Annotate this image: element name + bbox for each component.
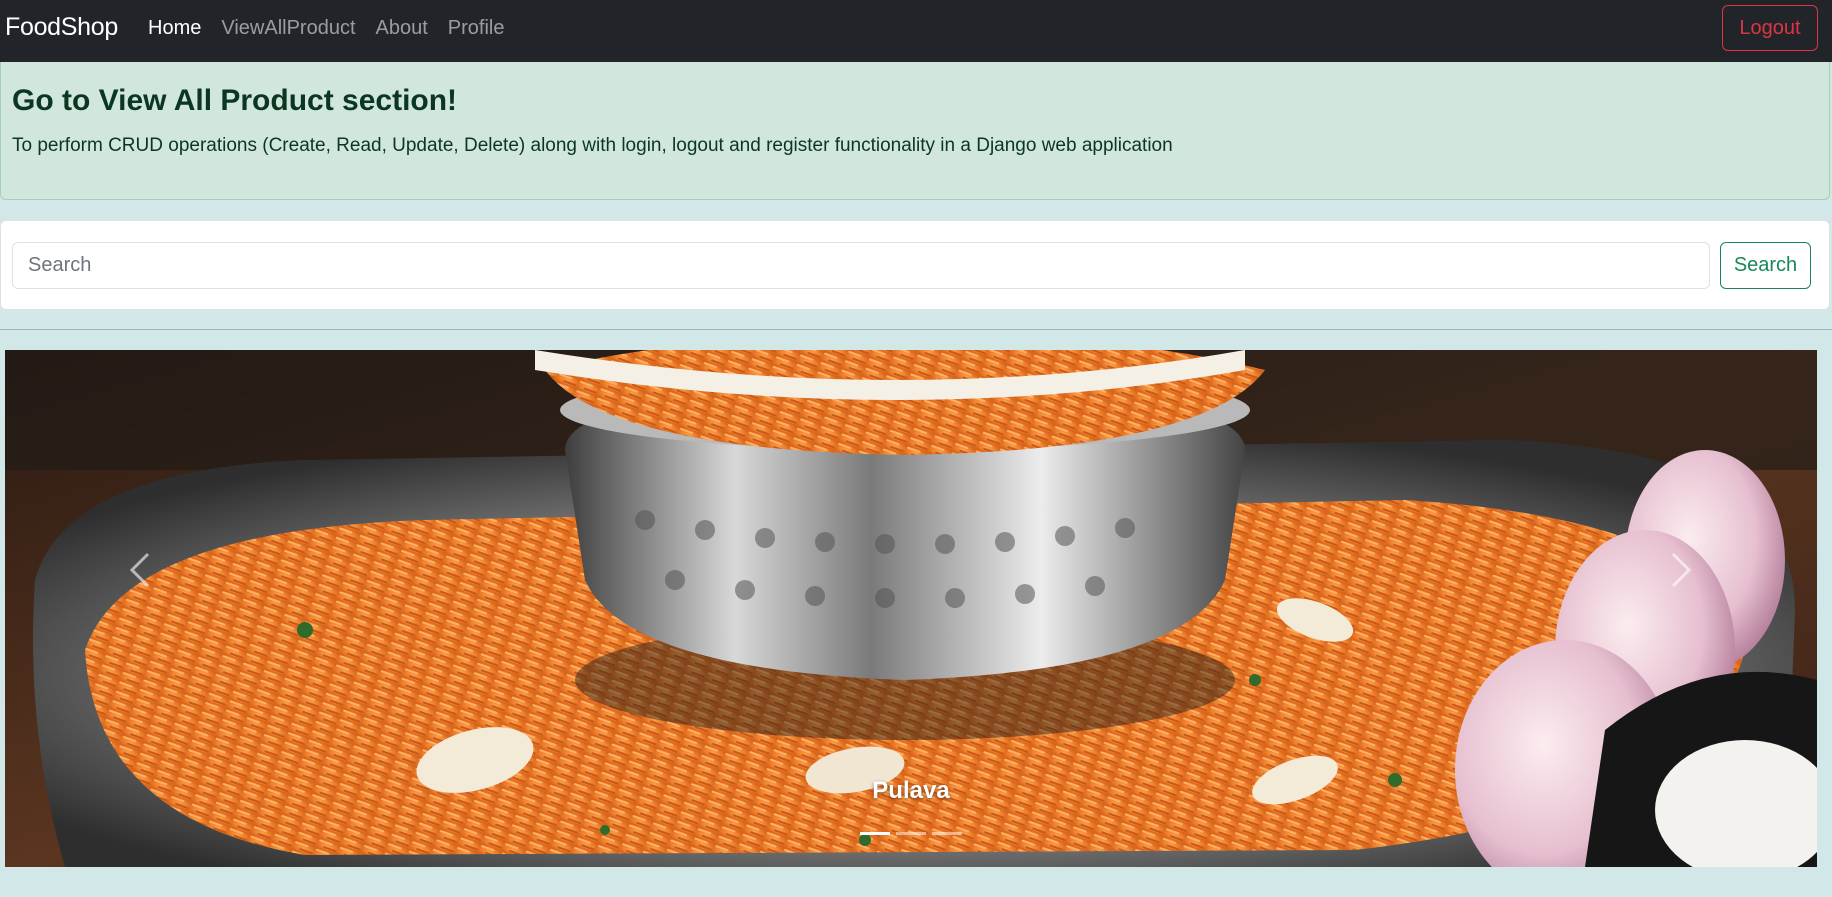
chevron-left-icon: [129, 552, 150, 588]
nav-link-about[interactable]: About: [376, 17, 428, 40]
nav-links: Home ViewAllProduct About Profile: [148, 17, 524, 40]
nav-link-view-all-product[interactable]: ViewAllProduct: [221, 17, 355, 40]
carousel-indicators: [5, 832, 1817, 835]
carousel-indicator[interactable]: [860, 832, 890, 835]
nav-link-home[interactable]: Home: [148, 17, 201, 40]
brand-logo[interactable]: FoodShop: [5, 13, 118, 42]
carousel-next-button[interactable]: [1651, 530, 1711, 610]
logout-button[interactable]: Logout: [1722, 5, 1818, 51]
carousel-indicator[interactable]: [896, 832, 926, 835]
navbar: FoodShop Home ViewAllProduct About Profi…: [0, 0, 1832, 62]
carousel-indicator[interactable]: [932, 832, 962, 835]
search-button[interactable]: Search: [1720, 242, 1811, 289]
chevron-right-icon: [1671, 552, 1692, 588]
alert-title: Go to View All Product section!: [12, 84, 458, 117]
search-input[interactable]: [12, 242, 1710, 289]
carousel-prev-button[interactable]: [110, 530, 170, 610]
search-card: Search: [0, 220, 1830, 310]
alert-text: To perform CRUD operations (Create, Read…: [12, 135, 1173, 156]
product-carousel: Pulava: [5, 350, 1817, 867]
carousel-caption: Pulava: [872, 777, 950, 804]
info-alert: Go to View All Product section! To perfo…: [0, 62, 1830, 200]
section-divider: [0, 329, 1832, 330]
nav-link-profile[interactable]: Profile: [448, 17, 505, 40]
